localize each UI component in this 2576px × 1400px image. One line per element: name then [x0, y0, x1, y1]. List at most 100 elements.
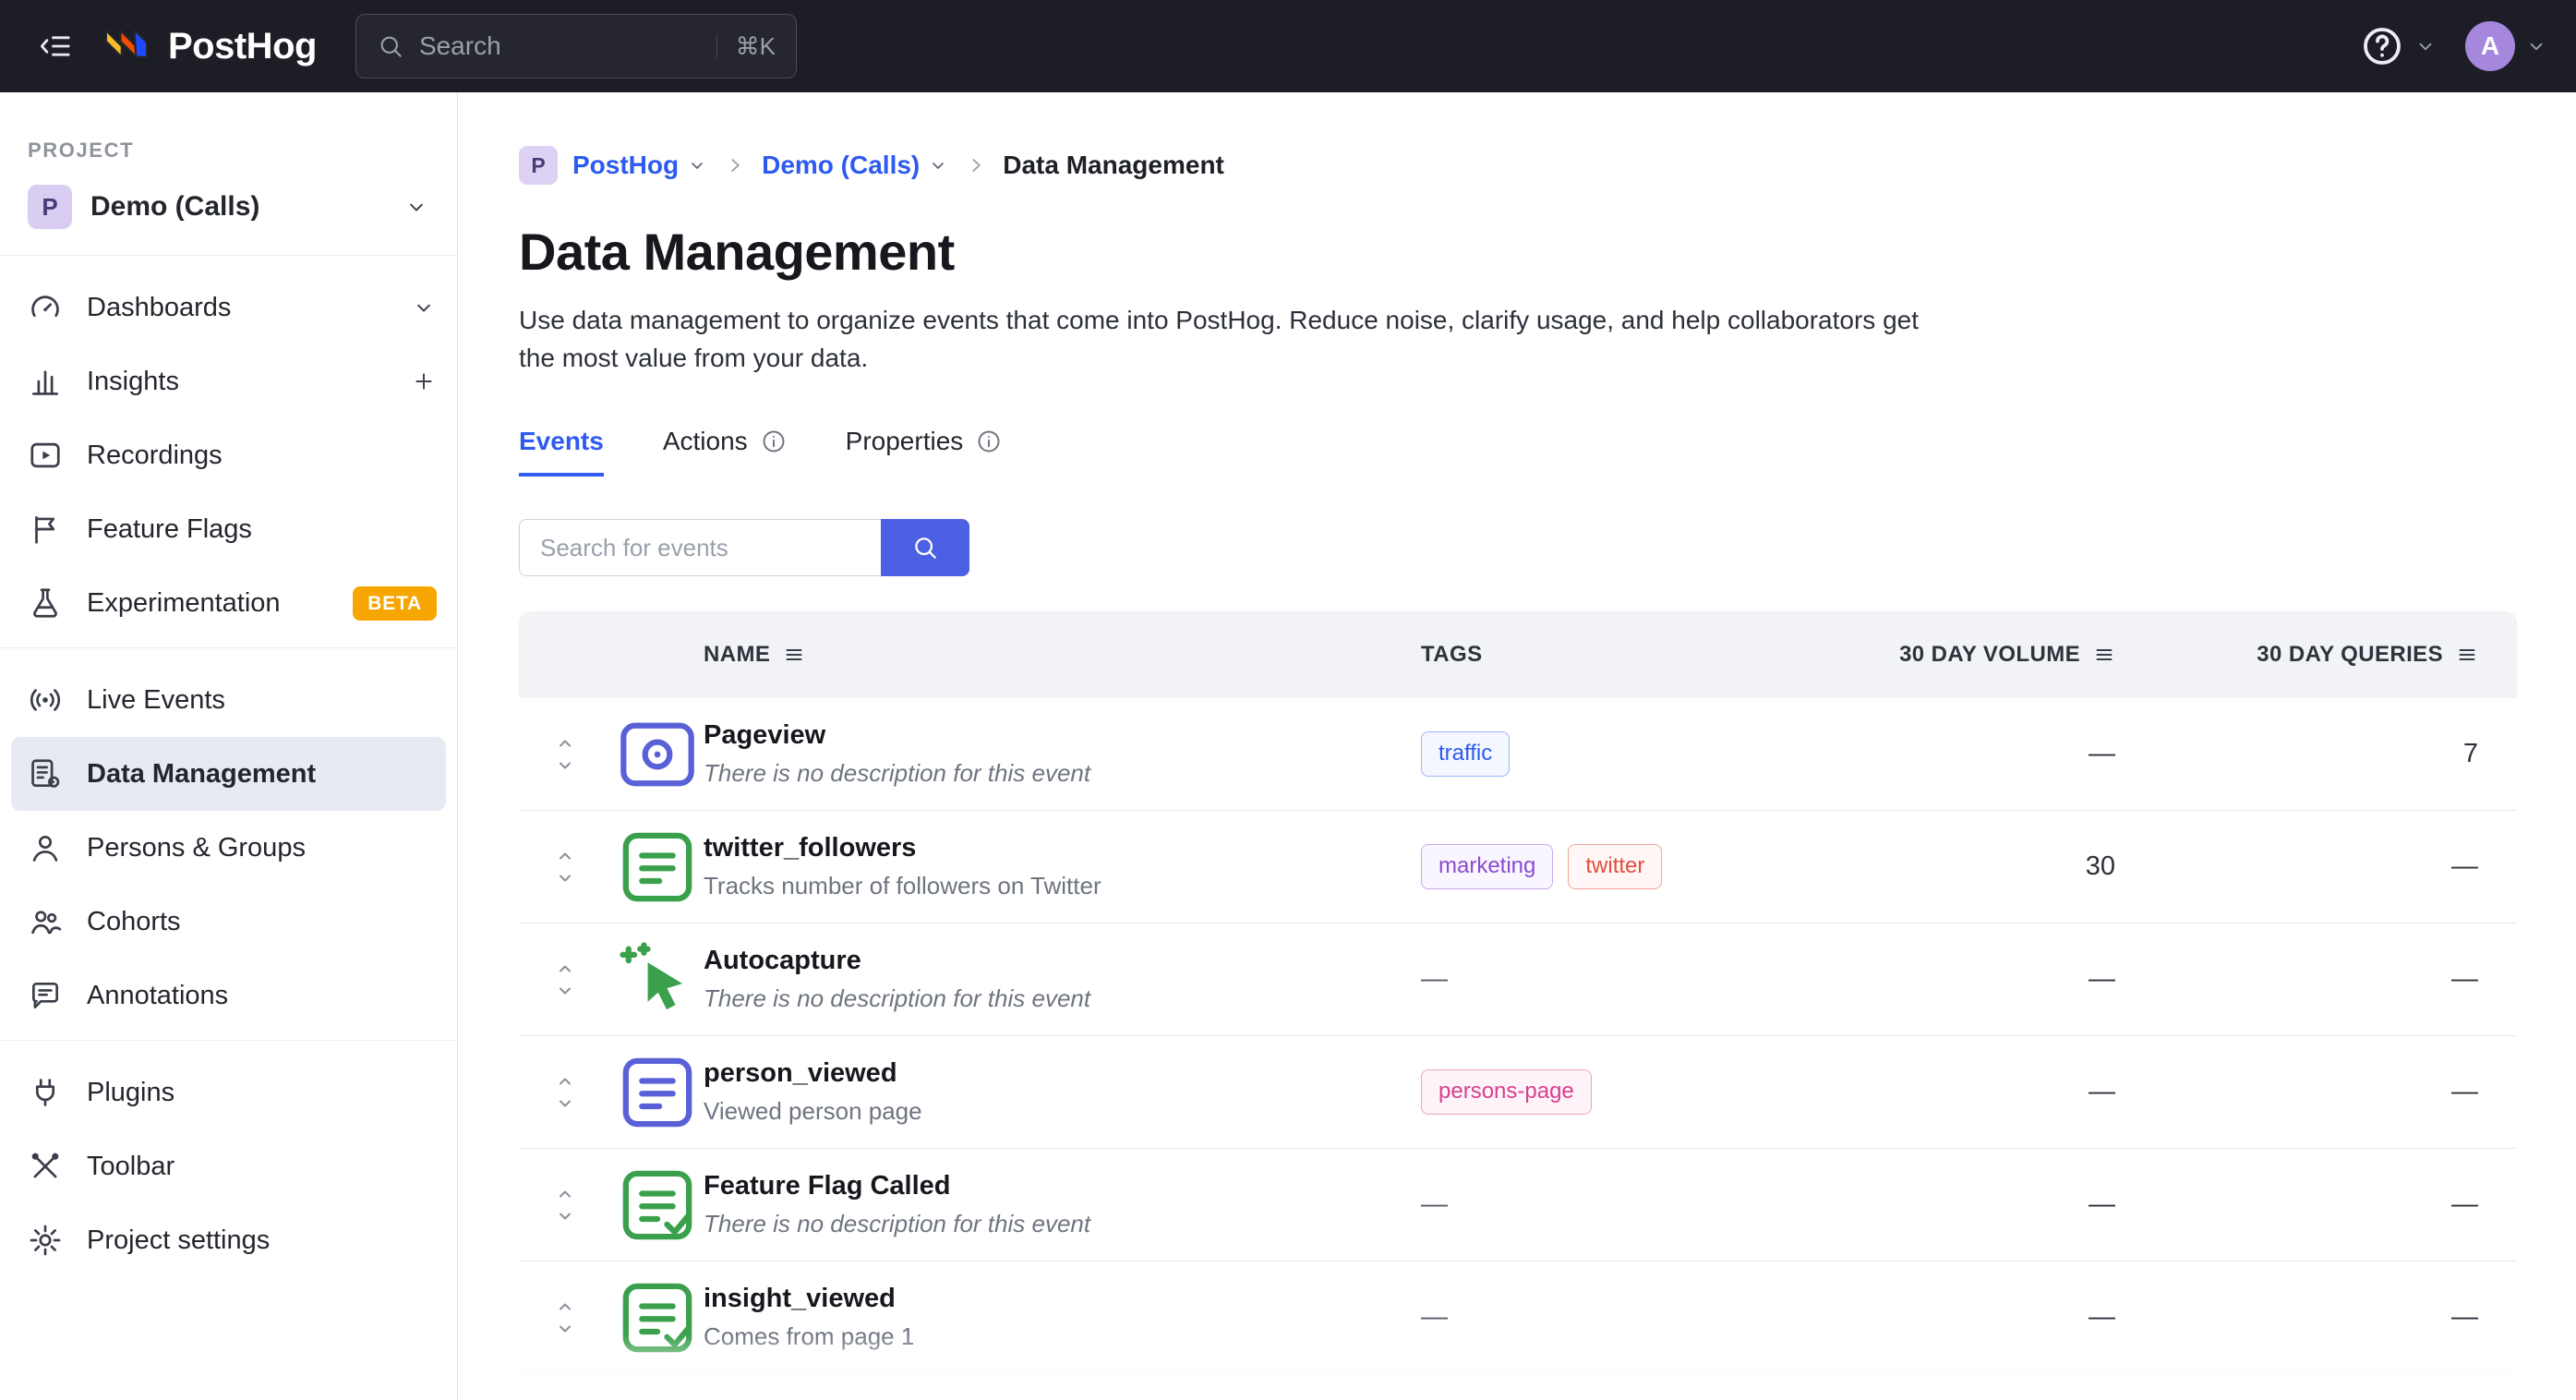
divider — [0, 647, 457, 648]
volume-cell: — — [1800, 964, 2115, 995]
table-row: insight_viewed Comes from page 1 — — — — [519, 1261, 2517, 1374]
divider — [0, 255, 457, 256]
pageview-event-icon — [611, 708, 704, 801]
volume-cell: — — [1800, 1077, 2115, 1107]
sort-icon[interactable] — [2456, 644, 2478, 666]
sidebar-item-toolbar[interactable]: Toolbar — [0, 1129, 457, 1203]
events-search — [519, 519, 2517, 576]
document-gear-icon — [28, 756, 63, 791]
account-menu-button[interactable]: A — [2465, 21, 2548, 71]
search-icon — [910, 533, 940, 562]
queries-cell: — — [2115, 851, 2517, 882]
sidebar-item-label: Data Management — [87, 759, 316, 790]
chevron-down-icon — [686, 154, 708, 176]
sidebar-item-data-management[interactable]: Data Management — [11, 737, 446, 811]
global-search-input[interactable] — [419, 31, 702, 61]
tag[interactable]: marketing — [1421, 844, 1553, 889]
event-description: There is no description for this event — [704, 1210, 1421, 1238]
volume-cell: — — [1800, 739, 2115, 769]
row-sort-arrows[interactable] — [554, 958, 576, 1002]
sidebar-collapse-button[interactable] — [28, 18, 83, 74]
posthog-logo[interactable]: PostHog — [100, 22, 317, 70]
event-name[interactable]: twitter_followers — [704, 833, 1421, 863]
row-sort-arrows[interactable] — [554, 845, 576, 889]
column-header-name[interactable]: NAME — [704, 642, 1421, 668]
chevron-down-icon[interactable] — [411, 295, 437, 320]
project-section-label: PROJECT — [0, 139, 457, 163]
page-description: Use data management to organize events t… — [519, 302, 1945, 377]
table-row: Autocapture There is no description for … — [519, 923, 2517, 1036]
chevron-right-icon — [964, 153, 988, 177]
column-header-queries[interactable]: 30 DAY QUERIES — [2115, 642, 2517, 668]
event-name[interactable]: Autocapture — [704, 946, 1421, 976]
row-sort-arrows[interactable] — [554, 732, 576, 777]
events-search-button[interactable] — [881, 519, 969, 576]
event-list-check-icon — [611, 1159, 704, 1251]
empty-tags: — — [1421, 964, 1448, 995]
sidebar-item-experimentation[interactable]: Experimentation BETA — [0, 566, 457, 640]
event-name[interactable]: insight_viewed — [704, 1284, 1421, 1314]
tag[interactable]: persons-page — [1421, 1069, 1592, 1115]
sidebar-item-label: Feature Flags — [87, 514, 252, 545]
row-sort-arrows[interactable] — [554, 1296, 576, 1340]
sidebar-item-label: Insights — [87, 367, 179, 397]
event-list-icon — [611, 821, 704, 913]
project-name: Demo (Calls) — [90, 191, 259, 223]
chevron-down-icon — [2413, 34, 2438, 58]
sidebar-item-cohorts[interactable]: Cohorts — [0, 885, 457, 959]
queries-cell: — — [2115, 964, 2517, 995]
sidebar-item-live-events[interactable]: Live Events — [0, 663, 457, 737]
sidebar-nav-section-2: Live Events Data Management Persons & Gr… — [0, 663, 457, 1032]
tag[interactable]: traffic — [1421, 731, 1510, 777]
row-sort-arrows[interactable] — [554, 1070, 576, 1115]
sidebar-nav-section-1: Dashboards Insights — [0, 271, 457, 640]
sidebar-item-dashboards[interactable]: Dashboards — [0, 271, 457, 344]
project-selector[interactable]: P Demo (Calls) — [0, 163, 457, 247]
help-menu-button[interactable] — [2360, 24, 2438, 68]
breadcrumb-link-posthog[interactable]: PostHog — [572, 151, 708, 180]
tab-properties[interactable]: Properties — [846, 427, 1003, 477]
gear-icon — [28, 1223, 63, 1258]
event-description: There is no description for this event — [704, 759, 1421, 788]
sidebar-item-project-settings[interactable]: Project settings — [0, 1203, 457, 1277]
flag-icon — [28, 512, 63, 547]
chevron-down-icon — [554, 1318, 576, 1340]
empty-tags: — — [1421, 1189, 1448, 1220]
sidebar-item-insights[interactable]: Insights — [0, 344, 457, 418]
queries-cell: — — [2115, 1189, 2517, 1220]
sidebar-item-plugins[interactable]: Plugins — [0, 1056, 457, 1129]
plus-icon[interactable] — [411, 368, 437, 394]
people-group-icon — [28, 904, 63, 939]
sidebar-item-label: Experimentation — [87, 588, 281, 619]
events-search-input[interactable] — [519, 519, 881, 576]
info-icon[interactable] — [761, 428, 787, 454]
sidebar-item-recordings[interactable]: Recordings — [0, 418, 457, 492]
event-description: There is no description for this event — [704, 984, 1421, 1013]
chevron-up-icon — [554, 1296, 576, 1318]
flask-icon — [28, 585, 63, 621]
event-name[interactable]: Feature Flag Called — [704, 1171, 1421, 1201]
tab-events[interactable]: Events — [519, 427, 604, 477]
breadcrumb: P PostHog Demo (Calls) Data Management — [519, 146, 2517, 185]
column-header-volume[interactable]: 30 DAY VOLUME — [1800, 642, 2115, 668]
sidebar-item-persons-groups[interactable]: Persons & Groups — [0, 811, 457, 885]
tab-actions[interactable]: Actions — [663, 427, 787, 477]
beta-badge: BETA — [353, 586, 437, 621]
sidebar-item-annotations[interactable]: Annotations — [0, 959, 457, 1032]
breadcrumb-link-project[interactable]: Demo (Calls) — [762, 151, 949, 180]
sidebar-item-label: Dashboards — [87, 293, 231, 323]
global-search[interactable]: ⌘K — [355, 14, 797, 78]
tag[interactable]: twitter — [1568, 844, 1662, 889]
sidebar-item-feature-flags[interactable]: Feature Flags — [0, 492, 457, 566]
table-row: Group Identify — [519, 1374, 2517, 1400]
event-name[interactable]: person_viewed — [704, 1058, 1421, 1089]
event-name[interactable]: Pageview — [704, 720, 1421, 751]
queries-cell: — — [2115, 1077, 2517, 1107]
chevron-down-icon — [403, 194, 429, 220]
sidebar-item-label: Plugins — [87, 1078, 175, 1108]
sort-icon[interactable] — [2093, 644, 2115, 666]
info-icon[interactable] — [976, 428, 1002, 454]
row-sort-arrows[interactable] — [554, 1183, 576, 1227]
sort-icon[interactable] — [783, 644, 805, 666]
chevron-down-icon — [554, 867, 576, 889]
